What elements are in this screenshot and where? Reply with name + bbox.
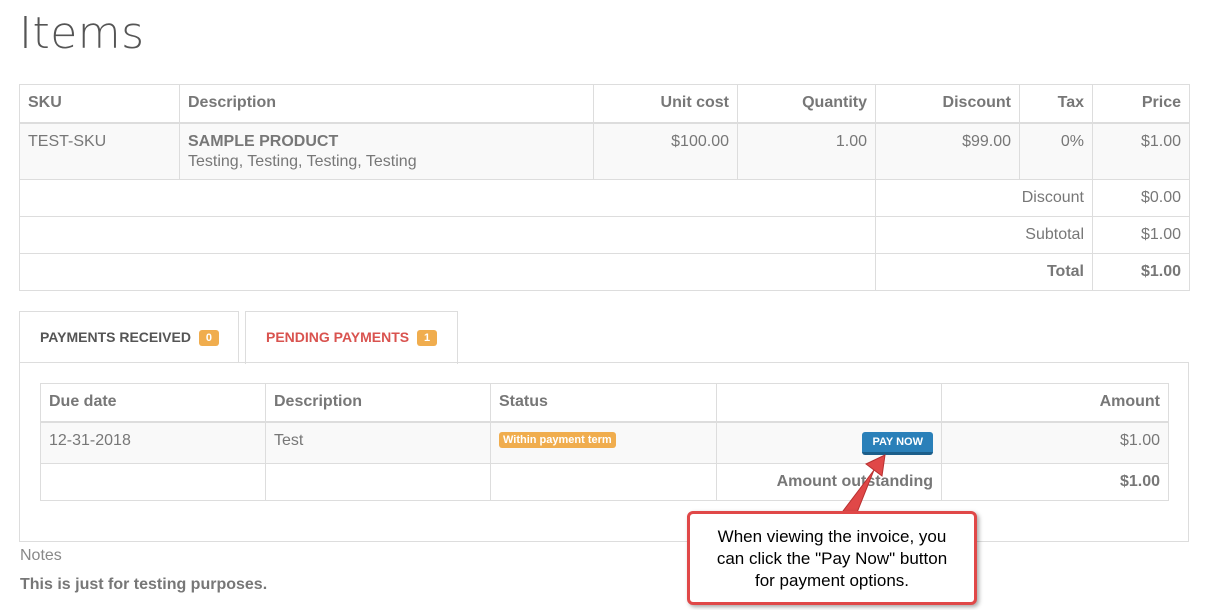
table-row: 12-31-2018 Test Within payment term PAY … — [40, 421, 1169, 464]
items-table: SKU Description Unit cost Quantity Disco… — [19, 84, 1190, 291]
tab-pending-payments[interactable]: PENDING PAYMENTS 1 — [245, 311, 458, 364]
callout-line-1: When viewing the invoice, you — [717, 527, 947, 546]
item-discount: $99.00 — [875, 122, 1020, 180]
payment-action-cell: PAY NOW — [716, 421, 942, 464]
item-price: $1.00 — [1092, 122, 1190, 180]
amount-outstanding-row: Amount outstanding $1.00 — [40, 463, 1169, 501]
tab-payments-received-label: PAYMENTS RECEIVED — [40, 329, 191, 345]
pay-now-button[interactable]: PAY NOW — [862, 431, 933, 455]
tab-payments-received[interactable]: PAYMENTS RECEIVED 0 — [19, 311, 239, 363]
col-header-price: Price — [1092, 84, 1190, 124]
callout-line-3: for payment options. — [754, 571, 910, 590]
item-tax: 0% — [1019, 122, 1093, 180]
table-row: TEST-SKU SAMPLE PRODUCT Testing, Testing… — [19, 122, 1190, 180]
pending-payments-panel: Due date Description Status Amount 12-31… — [19, 362, 1189, 542]
col-header-discount: Discount — [875, 84, 1020, 124]
subtotal-label: Subtotal — [875, 216, 1093, 254]
discount-total-label: Discount — [875, 179, 1093, 217]
total-label: Total — [875, 253, 1093, 291]
amount-outstanding-label: Amount outstanding — [716, 463, 942, 501]
col-header-amount: Amount — [941, 383, 1169, 423]
notes-label: Notes — [20, 547, 62, 564]
grand-total-row: Total $1.00 — [19, 253, 1190, 291]
payment-status-cell: Within payment term — [490, 421, 717, 464]
item-quantity: 1.00 — [737, 122, 876, 180]
item-unit-cost: $100.00 — [593, 122, 738, 180]
tab-pending-payments-label: PENDING PAYMENTS — [266, 329, 410, 345]
page-title: Items — [19, 8, 145, 59]
col-header-due-date: Due date — [40, 383, 266, 423]
subtotal-value: $1.00 — [1092, 216, 1190, 254]
discount-total-value: $0.00 — [1092, 179, 1190, 217]
pending-payments-count-badge: 1 — [417, 330, 438, 346]
discount-total-row: Discount $0.00 — [19, 179, 1190, 217]
callout-line-2: can click the "Pay Now" button — [716, 549, 948, 568]
payments-received-count-badge: 0 — [198, 330, 219, 346]
item-description-cell: SAMPLE PRODUCT Testing, Testing, Testing… — [179, 122, 594, 180]
payment-amount: $1.00 — [941, 421, 1169, 464]
col-header-action — [716, 383, 942, 423]
col-header-quantity: Quantity — [737, 84, 876, 124]
col-header-description: Description — [179, 84, 594, 124]
col-header-unit-cost: Unit cost — [593, 84, 738, 124]
items-header-row: SKU Description Unit cost Quantity Disco… — [19, 84, 1190, 124]
payments-table: Due date Description Status Amount 12-31… — [40, 383, 1169, 501]
total-value: $1.00 — [1092, 253, 1190, 291]
status-badge: Within payment term — [499, 431, 616, 448]
col-header-tax: Tax — [1019, 84, 1093, 124]
subtotal-row: Subtotal $1.00 — [19, 216, 1190, 254]
item-description: Testing, Testing, Testing, Testing — [188, 152, 417, 170]
payment-due-date: 12-31-2018 — [40, 421, 266, 464]
payment-description: Test — [265, 421, 491, 464]
item-name: SAMPLE PRODUCT — [188, 132, 339, 150]
amount-outstanding-value: $1.00 — [941, 463, 1169, 501]
payments-header-row: Due date Description Status Amount — [40, 383, 1169, 423]
col-header-sku: SKU — [19, 84, 180, 124]
annotation-callout: When viewing the invoice, you can click … — [687, 511, 977, 605]
item-sku: TEST-SKU — [19, 122, 180, 180]
notes-text: This is just for testing purposes. — [20, 576, 268, 593]
col-header-pay-description: Description — [265, 383, 491, 423]
col-header-status: Status — [490, 383, 717, 423]
